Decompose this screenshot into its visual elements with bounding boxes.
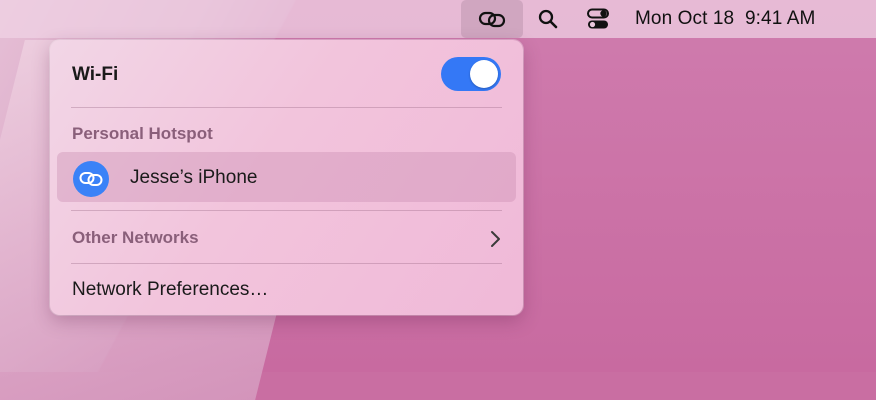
network-preferences-item[interactable]: Network Preferences… [72, 279, 268, 301]
personal-hotspot-link-icon [478, 11, 506, 28]
wifi-menu-panel: Wi-Fi Personal Hotspot Jesse’s iPhone Ot… [50, 40, 523, 315]
menubar-date: Mon Oct 18 [635, 8, 735, 29]
wifi-toggle[interactable] [441, 57, 501, 91]
wifi-toggle-knob [470, 60, 498, 88]
chevron-right-icon[interactable] [486, 229, 506, 249]
menubar-control-center-button[interactable] [583, 0, 613, 38]
menubar-time: 9:41 AM [744, 8, 816, 29]
hotspot-network-name: Jesse’s iPhone [130, 167, 258, 188]
control-center-icon [587, 8, 609, 29]
search-icon [538, 9, 558, 29]
divider [71, 210, 502, 211]
other-networks-item[interactable]: Other Networks [72, 228, 199, 248]
menu-bar: Mon Oct 18 9:41 AM [0, 0, 876, 38]
divider [71, 107, 502, 108]
menubar-hotspot-button[interactable] [461, 0, 523, 38]
wifi-label: Wi-Fi [72, 64, 119, 85]
hotspot-network-item[interactable]: Jesse’s iPhone [57, 152, 516, 202]
menubar-clock[interactable]: Mon Oct 18 9:41 AM [635, 0, 845, 38]
divider [71, 263, 502, 264]
menubar-search-button[interactable] [533, 0, 563, 38]
personal-hotspot-header: Personal Hotspot [72, 124, 213, 143]
personal-hotspot-link-icon [79, 172, 103, 186]
hotspot-network-icon-badge [73, 161, 109, 197]
